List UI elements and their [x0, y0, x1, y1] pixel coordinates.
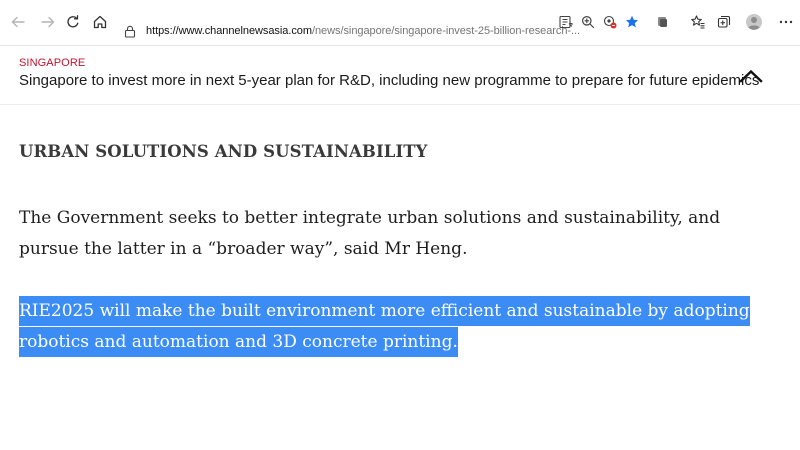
star-icon — [625, 15, 639, 28]
zoom-button[interactable] — [576, 10, 600, 34]
home-icon — [93, 15, 107, 29]
reader-view-icon — [559, 15, 573, 29]
back-button[interactable] — [6, 10, 30, 34]
favorites-button[interactable] — [686, 10, 710, 34]
paragraph-urban-solutions: The Government seeks to better integrate… — [19, 208, 721, 259]
forward-button[interactable] — [36, 10, 60, 34]
tracking-prevention-icon — [603, 15, 617, 29]
url-domain: https://www.channelnewsasia.com — [146, 25, 312, 37]
refresh-button[interactable] — [61, 10, 85, 34]
tracking-prevention-button[interactable] — [598, 10, 622, 34]
forward-arrow-icon — [41, 16, 55, 28]
section-label[interactable]: SINGAPORE — [19, 57, 85, 69]
favorites-icon — [691, 15, 705, 29]
selected-text: RIE2025 will make the built environment … — [19, 296, 750, 357]
collapse-header-button[interactable] — [738, 67, 764, 85]
collections-button[interactable] — [712, 10, 736, 34]
article-sticky-header: SINGAPORE Singapore to invest more in ne… — [0, 47, 800, 105]
profile-button[interactable] — [742, 10, 766, 34]
section-heading: URBAN SOLUTIONS AND SUSTAINABILITY — [19, 142, 428, 161]
browser-toolbar: https://www.channelnewsasia.com/news/sin… — [0, 0, 800, 46]
extensions-button[interactable] — [650, 10, 674, 34]
refresh-icon — [67, 15, 79, 28]
home-button[interactable] — [88, 10, 112, 34]
lock-icon[interactable] — [124, 25, 136, 38]
favorite-button[interactable] — [620, 10, 644, 34]
address-bar[interactable]: https://www.channelnewsasia.com/news/sin… — [114, 20, 580, 44]
url-path: /news/singapore/singapore-invest-25-bill… — [311, 25, 581, 37]
article-body: URBAN SOLUTIONS AND SUSTAINABILITY The G… — [19, 130, 759, 358]
zoom-icon — [582, 16, 595, 29]
header-title: Singapore to invest more in next 5-year … — [19, 72, 760, 89]
chevron-up-icon — [739, 69, 763, 83]
more-menu-button[interactable] — [774, 10, 798, 34]
collections-icon — [717, 15, 731, 28]
extensions-icon — [658, 17, 667, 27]
back-arrow-icon — [11, 16, 25, 28]
more-menu-icon — [779, 20, 793, 24]
reader-view-button[interactable] — [554, 10, 578, 34]
url-text[interactable]: https://www.channelnewsasia.com/news/sin… — [146, 25, 580, 37]
profile-avatar-icon — [746, 14, 762, 30]
paragraph-rie2025: RIE2025 will make the built environment … — [19, 296, 759, 358]
